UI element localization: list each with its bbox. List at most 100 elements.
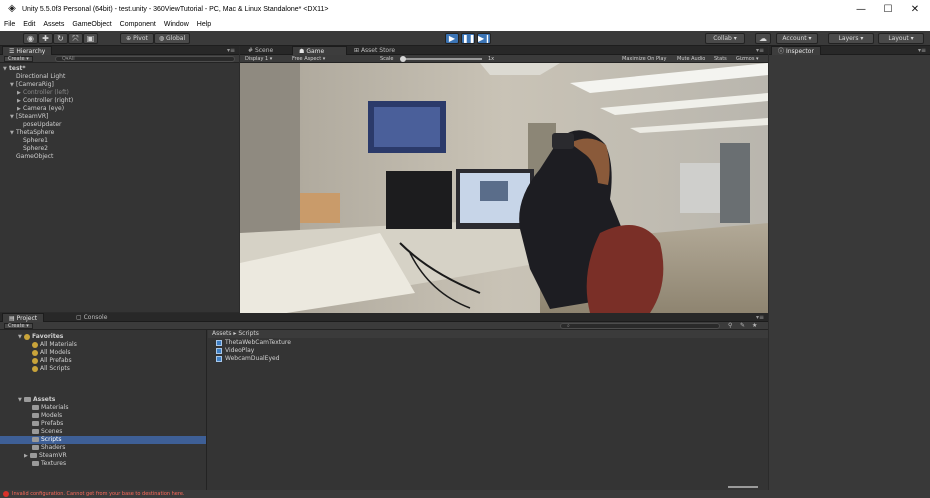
scale-slider-thumb[interactable] — [400, 56, 406, 62]
folder-item[interactable]: Models — [32, 412, 62, 420]
menu-bar: File Edit Assets GameObject Component Wi… — [0, 18, 930, 31]
tab-project[interactable]: ▤ Project — [2, 313, 45, 322]
hierarchy-item[interactable]: ▶ Controller (right) — [17, 97, 73, 105]
menu-window[interactable]: Window — [164, 21, 189, 28]
status-bar: Invalid configuration. Cannot get from y… — [0, 490, 930, 498]
folder-item[interactable]: Materials — [32, 404, 69, 412]
folder-item[interactable]: Prefabs — [32, 420, 63, 428]
tab-asset-store[interactable]: ⊞ Asset Store — [348, 46, 401, 55]
tab-game[interactable]: ☗ Game — [292, 46, 347, 55]
pivot-toggle[interactable]: ⊕ Pivot — [120, 33, 154, 44]
folder-item[interactable]: ▶ SteamVR — [24, 452, 67, 460]
menu-gameobject[interactable]: GameObject — [72, 21, 111, 28]
icon-size-slider[interactable] — [728, 486, 758, 488]
project-tabbar: ▤ Project ▢ Console ▾≡ — [0, 313, 768, 322]
tab-hierarchy[interactable]: ☰ Hierarchy — [2, 46, 53, 55]
hierarchy-create-button[interactable]: Create ▾ — [4, 56, 33, 62]
layout-dropdown[interactable]: Layout ▾ — [878, 33, 924, 44]
favorite-item[interactable]: All Prefabs — [32, 357, 72, 365]
script-file-item[interactable]: VideoPlay — [216, 347, 254, 355]
favorite-item[interactable]: All Models — [32, 349, 71, 357]
menu-component[interactable]: Component — [120, 21, 156, 28]
panel-menu-icon[interactable]: ▾≡ — [918, 46, 926, 55]
play-button[interactable]: ▶ — [445, 33, 459, 44]
collab-button[interactable]: Collab ▾ — [705, 33, 745, 44]
folder-item-label: Materials — [41, 404, 69, 411]
menu-help[interactable]: Help — [197, 21, 211, 28]
favorite-item-label: All Prefabs — [40, 357, 72, 364]
hierarchy-item[interactable]: ▼ test* — [3, 65, 26, 73]
project-folder-tree: ▼ Favorites All Materials All Models All Pr… — [0, 330, 207, 490]
favorite-item[interactable]: All Materials — [32, 341, 77, 349]
close-button[interactable]: ✕ — [900, 0, 930, 18]
hierarchy-item-label: Controller (left) — [23, 89, 69, 96]
tab-inspector[interactable]: ⓘ Inspector — [771, 46, 821, 55]
display-dropdown[interactable]: Display 1 ▾ — [245, 55, 272, 63]
scale-slider[interactable] — [400, 56, 482, 62]
dropdown-arrow-icon: ▾ — [910, 35, 914, 42]
rect-tool-icon[interactable]: ▣ — [83, 33, 98, 44]
dropdown-arrow-icon: ▾ — [269, 56, 273, 62]
game-viewport[interactable] — [240, 63, 768, 314]
minimize-button[interactable]: — — [846, 0, 876, 18]
pause-button[interactable]: ❚❚ — [461, 33, 475, 44]
menu-file[interactable]: File — [4, 21, 15, 28]
hierarchy-item[interactable]: ▶ Camera (eye) — [17, 105, 64, 113]
project-search-input[interactable]: ⌕ — [560, 323, 720, 329]
hierarchy-search-input[interactable]: Q▾All — [55, 56, 235, 62]
favorite-star-icon[interactable]: ★ — [752, 322, 757, 330]
maximize-button[interactable]: ☐ — [873, 0, 903, 18]
hierarchy-item[interactable]: Sphere2 — [17, 145, 48, 153]
scale-label: Scale — [380, 56, 394, 62]
status-message[interactable]: Invalid configuration. Cannot get from y… — [12, 490, 185, 498]
rotate-tool-icon[interactable]: ↻ — [53, 33, 68, 44]
tab-scene[interactable]: # Scene — [242, 46, 279, 55]
script-file-item[interactable]: ThetaWebCamTexture — [216, 339, 291, 347]
folder-item[interactable]: Textures — [32, 460, 66, 468]
maximize-on-play-toggle[interactable]: Maximize On Play — [622, 55, 666, 63]
folder-item[interactable]: Shaders — [32, 444, 65, 452]
stats-toggle[interactable]: Stats — [714, 55, 727, 63]
assets-header[interactable]: ▼ Assets — [18, 396, 55, 404]
script-file-item[interactable]: WebcamDualEyed — [216, 355, 280, 363]
folder-item-label: Prefabs — [41, 420, 64, 427]
menu-assets[interactable]: Assets — [43, 21, 64, 28]
aspect-dropdown[interactable]: Free Aspect ▾ — [292, 55, 325, 63]
hierarchy-item[interactable]: poseUpdater — [17, 121, 62, 129]
hierarchy-item-label: Camera (eye) — [23, 105, 65, 112]
project-breadcrumb[interactable]: Assets ▸ Scripts — [208, 330, 768, 338]
layers-dropdown[interactable]: Layers ▾ — [828, 33, 874, 44]
hierarchy-item[interactable]: ▼ ThetaSphere — [10, 129, 54, 137]
filter-by-type-icon[interactable]: ⚲ — [728, 322, 732, 330]
account-dropdown[interactable]: Account ▾ — [776, 33, 818, 44]
hierarchy-item[interactable]: Directional Light — [10, 73, 65, 81]
hierarchy-tabbar: ☰ Hierarchy ▾≡ — [0, 46, 239, 55]
panel-menu-icon[interactable]: ▾≡ — [756, 46, 764, 55]
cloud-icon[interactable]: ☁ — [755, 33, 771, 44]
view-tool-icon[interactable]: ◉ — [23, 33, 38, 44]
filter-by-label-icon[interactable]: ✎ — [740, 322, 745, 330]
gizmos-dropdown[interactable]: Gizmos ▾ — [736, 55, 759, 63]
hierarchy-item[interactable]: ▶ Controller (left) — [17, 89, 69, 97]
panel-menu-icon[interactable]: ▾≡ — [227, 46, 235, 55]
global-toggle[interactable]: ◍ Global — [154, 33, 190, 44]
main-toolbar: ◉ ✚ ↻ ⤧ ▣ ⊕ Pivot ◍ Global ▶ ❚❚ ▶❙ Colla… — [0, 31, 930, 46]
favorite-item[interactable]: All Scripts — [32, 365, 70, 373]
move-tool-icon[interactable]: ✚ — [38, 33, 53, 44]
mute-audio-toggle[interactable]: Mute Audio — [677, 55, 705, 63]
folder-item[interactable]: Scenes — [32, 428, 62, 436]
project-create-button[interactable]: Create ▾ — [4, 323, 33, 329]
panel-menu-icon[interactable]: ▾≡ — [756, 313, 764, 322]
csharp-script-icon — [216, 355, 222, 362]
tab-console[interactable]: ▢ Console — [70, 313, 113, 322]
hierarchy-item[interactable]: ▼ [SteamVR] — [10, 113, 48, 121]
favorites-header[interactable]: ▼ Favorites — [18, 333, 63, 341]
game-icon: ☗ — [299, 48, 305, 55]
hierarchy-item[interactable]: Sphere1 — [17, 137, 48, 145]
scale-tool-icon[interactable]: ⤧ — [68, 33, 83, 44]
folder-item[interactable]: Scripts — [0, 436, 206, 444]
hierarchy-item[interactable]: ▼ [CameraRig] — [10, 81, 54, 89]
hierarchy-item[interactable]: GameObject — [10, 153, 53, 161]
menu-edit[interactable]: Edit — [23, 21, 35, 28]
step-button[interactable]: ▶❙ — [477, 33, 491, 44]
